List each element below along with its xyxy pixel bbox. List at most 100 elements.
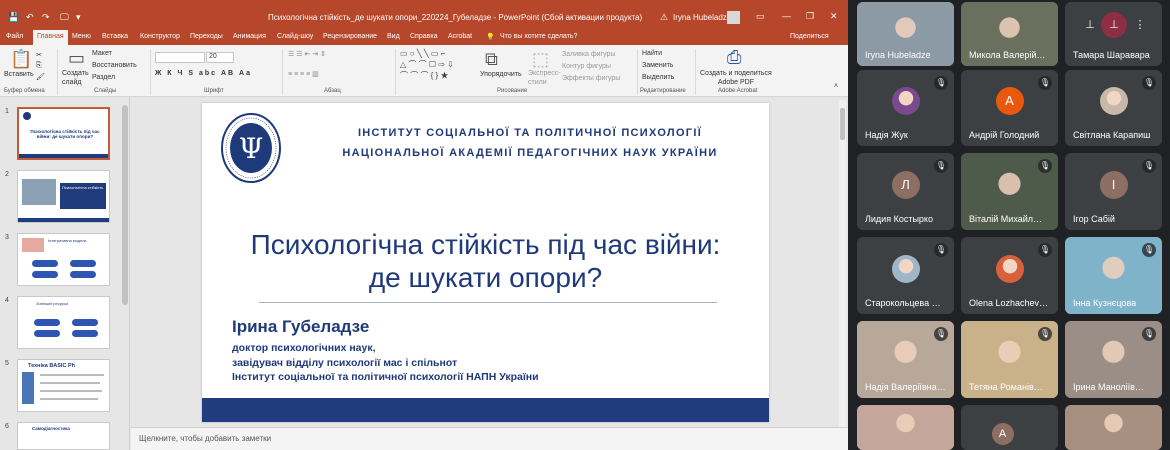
slide-thumbnail-4[interactable]: Зовнішні ресурси (17, 296, 110, 349)
current-slide[interactable]: Ψ ІНСТИТУТ СОЦІАЛЬНОЇ ТА ПОЛІТИЧНОЇ ПСИХ… (202, 103, 769, 422)
bullets-icon[interactable]: ☰ ☰ ⇤ ⇥ ⇕ (288, 50, 326, 58)
adobe-pdf-button[interactable]: Создать и поделиться Adobe PDF (700, 69, 772, 87)
font-name-box[interactable] (155, 52, 205, 63)
institute-name: ІНСТИТУТ СОЦІАЛЬНОЇ ТА ПОЛІТИЧНОЇ ПСИХОЛ… (320, 123, 740, 163)
tab-home[interactable]: Главная (33, 30, 68, 45)
slide-thumbnails-pane: 1 Психологічна стійкість під час війни: … (0, 97, 130, 450)
participant-tile[interactable]: 🎙 Інна Кузнєцова (1065, 237, 1162, 314)
section-button[interactable]: Раздел (92, 74, 115, 81)
unpin-icon[interactable]: ⊥ (1101, 12, 1127, 38)
shape-effects-button[interactable]: Эффекты фигуры (562, 75, 620, 82)
slide-thumbnail-1[interactable]: Психологічна стійкість під час війни: де… (17, 107, 110, 160)
tell-me-input[interactable]: Что вы хотите сделать? (500, 33, 577, 40)
thumb-line (40, 390, 102, 392)
participant-tile[interactable]: А (961, 405, 1058, 450)
participant-tile[interactable]: І 🎙 Ігор Сабій (1065, 153, 1162, 230)
more-options-icon[interactable]: ⋮ (1127, 12, 1153, 38)
tab-animations[interactable]: Анимация (233, 33, 266, 40)
participant-tile[interactable]: 🎙 Старокольцева … (857, 237, 954, 314)
participant-tile[interactable]: 🎙 Надія Жук (857, 70, 954, 146)
participant-avatar (891, 254, 920, 283)
user-name[interactable]: Iryna Hubeladze (673, 13, 731, 22)
thumb-shape (72, 319, 98, 326)
minimize-icon[interactable]: — (782, 11, 791, 21)
arrange-button[interactable]: Упорядочить (480, 71, 522, 78)
institute-line-1: ІНСТИТУТ СОЦІАЛЬНОЇ ТА ПОЛІТИЧНОЇ ПСИХОЛ… (357, 127, 703, 139)
arrange-icon[interactable]: ⧉ (485, 49, 498, 70)
scrollbar-thumb[interactable] (840, 108, 845, 140)
reset-button[interactable]: Восстановить (92, 62, 137, 69)
participant-tile[interactable]: 🎙 Тетяна Романів… (961, 321, 1058, 398)
participant-tile[interactable]: 🎙 Надія Валеріївна… (857, 321, 954, 398)
participant-tile[interactable]: 🎙 Ірина Маноліїв… (1065, 321, 1162, 398)
slide-thumbnail-2[interactable]: Психологічна стійкість (17, 170, 110, 223)
tab-acrobat[interactable]: Acrobat (448, 33, 472, 40)
notes-pane[interactable]: Щелкните, чтобы добавить заметки (131, 427, 848, 450)
group-drawing: Рисование (497, 88, 528, 94)
maximize-icon[interactable]: ❐ (806, 11, 814, 22)
adobe-pdf-icon[interactable]: ⎙ (727, 47, 741, 68)
quick-styles-button[interactable]: Экспресс- стили (528, 69, 561, 87)
font-style-buttons[interactable]: Ж К Ч S abc АВ Аа (155, 70, 252, 77)
tab-insert[interactable]: Вставка (102, 33, 128, 40)
tab-view[interactable]: Вид (387, 33, 400, 40)
tab-menu[interactable]: Меню (72, 33, 91, 40)
new-slide-button[interactable]: Создать слайд (62, 69, 89, 87)
font-size-box[interactable]: 20 (206, 52, 234, 63)
customize-icon[interactable]: ▾ (76, 12, 81, 23)
share-button[interactable]: Поделиться (790, 33, 829, 40)
save-icon[interactable]: 💾 (8, 12, 19, 23)
participant-avatar: І (1099, 170, 1128, 199)
layout-button[interactable]: Макет (92, 50, 112, 57)
tab-design[interactable]: Конструктор (140, 33, 180, 40)
new-slide-icon[interactable]: ▭ (68, 48, 85, 69)
participant-tile[interactable]: 🎙 Світлана Карапиш (1065, 70, 1162, 146)
participant-tile[interactable]: Iryna Hubeladze (857, 2, 954, 66)
paste-icon[interactable]: 📋 (10, 49, 32, 70)
slide-thumbnail-5[interactable]: Техніка BASIC Ph (17, 359, 110, 412)
quick-styles-icon[interactable]: ⬚ (532, 49, 549, 70)
shapes-gallery-icon[interactable]: ▭ ○ ╲ ╲ ▭ ⌐ △ ⌒ ⌒ ☐ ⇨ ⇩ ⌒ ⌒ ⌒ { } ★ (400, 48, 470, 81)
close-icon[interactable]: ✕ (830, 11, 838, 22)
participant-tile[interactable]: Микола Валерій… (961, 2, 1058, 66)
slideshow-icon[interactable]: 🖵 (60, 12, 69, 23)
tab-file[interactable]: Файл (6, 33, 23, 40)
align-icon[interactable]: ≡ ≡ ≡ ≡ ▥ (288, 70, 319, 78)
slide-thumbnail-3[interactable]: Інтегративна модель (17, 233, 110, 286)
copy-icon[interactable]: ⎘ (36, 62, 42, 70)
shape-outline-button[interactable]: Контур фигуры (562, 63, 611, 70)
ribbon-display-icon[interactable]: ▭ (756, 11, 765, 22)
mic-muted-icon: 🎙 (1142, 159, 1156, 173)
participant-tile[interactable]: Л 🎙 Лидия Костырко (857, 153, 954, 230)
slide-title-line-1: Психологічна стійкість під час війни: (250, 229, 721, 260)
participant-tile[interactable]: А 🎙 Андрій Голодний (961, 70, 1058, 146)
editor-scrollbar[interactable] (839, 100, 846, 430)
undo-icon[interactable]: ↶ (26, 12, 34, 23)
thumbnails-scrollbar[interactable] (122, 105, 128, 305)
participant-tile[interactable]: 🎙 Віталій Михайл… (961, 153, 1058, 230)
author-name: Ірина Губеладзе (232, 317, 370, 336)
participant-name: Тетяна Романів… (969, 382, 1043, 392)
paste-button[interactable]: Вставить (4, 71, 34, 78)
redo-icon[interactable]: ↷ (42, 12, 50, 23)
participant-tile[interactable]: ⊥ ⊥ ⋮ Тамара Шараварa (1065, 2, 1162, 66)
shape-fill-button[interactable]: Заливка фигуры (562, 51, 615, 58)
cut-icon[interactable]: ✂ (36, 51, 42, 59)
pin-icon[interactable]: ⊥ (1077, 12, 1103, 38)
replace-button[interactable]: Заменить (642, 62, 673, 69)
select-button[interactable]: Выделить (642, 74, 674, 81)
tab-review[interactable]: Рецензирование (323, 33, 377, 40)
user-avatar[interactable] (727, 11, 740, 24)
find-button[interactable]: Найти (642, 50, 662, 57)
format-painter-icon[interactable]: 🖌 (36, 73, 45, 81)
thumb-text: Інтегративна модель (48, 238, 87, 243)
mic-muted-icon: 🎙 (934, 327, 948, 341)
tab-slideshow[interactable]: Слайд-шоу (277, 33, 313, 40)
slide-thumbnail-6[interactable]: Самодіагностика (17, 422, 110, 450)
tab-help[interactable]: Справка (410, 33, 437, 40)
participant-tile[interactable]: 🎙 Olena Lozhachev… (961, 237, 1058, 314)
collapse-ribbon-icon[interactable]: ˄ (834, 83, 838, 90)
participant-tile[interactable] (1065, 405, 1162, 450)
tab-transitions[interactable]: Переходы (190, 33, 223, 40)
participant-tile[interactable] (857, 405, 954, 450)
